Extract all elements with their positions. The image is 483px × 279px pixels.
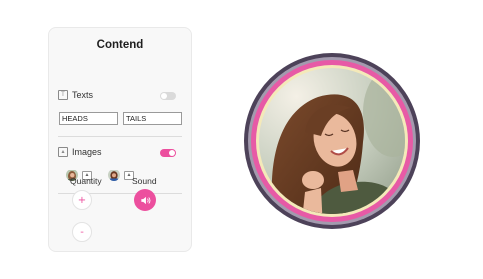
heads-input[interactable] (59, 112, 118, 125)
texts-row: T Texts (58, 90, 93, 100)
tails-input[interactable] (123, 112, 182, 125)
images-row: ▴ Images (58, 147, 102, 157)
toggle-knob (161, 93, 167, 99)
images-label: Images (72, 147, 102, 157)
text-icon: T (58, 90, 68, 100)
image-icon: ▴ (58, 147, 68, 157)
speaker-icon (140, 196, 150, 204)
divider (58, 136, 182, 137)
coin-preview[interactable] (243, 52, 421, 230)
toggle-knob (169, 150, 175, 156)
tails-image-thumbnail[interactable] (108, 169, 120, 181)
sound-label: Sound (132, 176, 157, 186)
quantity-label: Quantity (70, 176, 102, 186)
sound-button[interactable] (134, 189, 156, 211)
images-toggle[interactable] (160, 149, 176, 157)
content-panel: Contend T Texts ▴ Images ▲ ▲ (48, 27, 192, 252)
coin-face-photo (259, 68, 405, 214)
quantity-increase-button[interactable]: + (72, 190, 92, 210)
texts-label: Texts (72, 90, 94, 100)
panel-title: Contend (96, 39, 144, 51)
quantity-decrease-button[interactable]: - (72, 222, 92, 242)
texts-toggle[interactable] (160, 92, 176, 100)
